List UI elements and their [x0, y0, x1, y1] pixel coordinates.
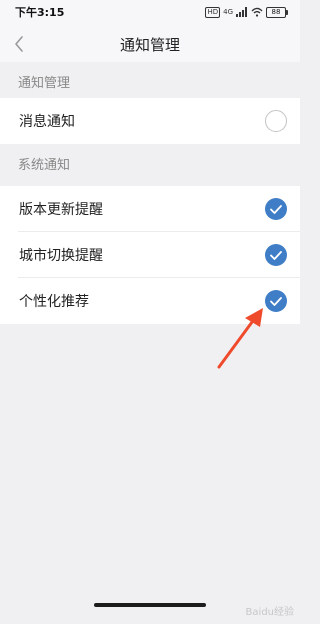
watermark: Baidu经验: [245, 607, 294, 618]
red-arrow-annotation: [217, 308, 263, 369]
home-indicator: [94, 603, 206, 607]
